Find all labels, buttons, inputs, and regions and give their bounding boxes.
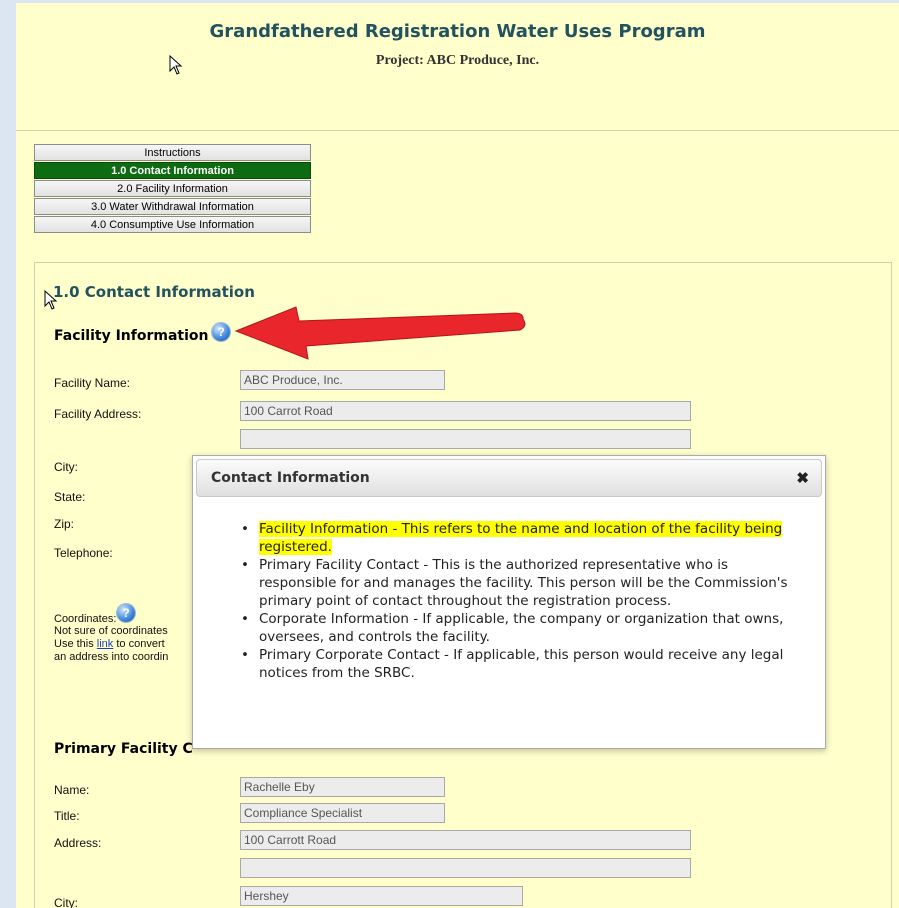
mouse-cursor-icon xyxy=(169,54,183,75)
tab-water-withdrawal-information[interactable]: 3.0 Water Withdrawal Information xyxy=(34,198,311,215)
tab-contact-information[interactable]: 1.0 Contact Information xyxy=(34,162,311,179)
contact-city-label: City: xyxy=(54,896,78,908)
contact-information-dialog: Contact Information ✖ Facility Informati… xyxy=(192,455,826,749)
facility-name-label: Facility Name: xyxy=(54,376,131,390)
coordinates-note: Not sure of coordinates Use this link to… xyxy=(54,625,169,663)
contact-title-input[interactable]: Compliance Specialist xyxy=(240,803,445,823)
page-title: Grandfathered Registration Water Uses Pr… xyxy=(209,21,706,42)
project-name: Project: ABC Produce, Inc. xyxy=(375,53,540,68)
primary-facility-contact-heading: Primary Facility C xyxy=(54,741,193,757)
facility-address-line1-input[interactable]: 100 Carrot Road xyxy=(240,401,691,421)
coordinates-link[interactable]: link xyxy=(97,638,114,650)
close-icon[interactable]: ✖ xyxy=(796,469,809,487)
red-arrow-icon xyxy=(234,306,526,360)
help-icon[interactable]: ? xyxy=(117,604,135,622)
city-label: City: xyxy=(54,460,78,474)
contact-name-input[interactable]: Rachelle Eby xyxy=(240,777,445,797)
list-item: Primary Facility Contact - This is the a… xyxy=(237,556,809,610)
dialog-title: Contact Information xyxy=(211,470,370,486)
list-item: Corporate Information - If applicable, t… xyxy=(237,610,809,646)
header-divider xyxy=(16,130,899,131)
contact-address-line2-input[interactable] xyxy=(240,858,691,878)
section-title: 1.0 Contact Information xyxy=(53,283,255,301)
tab-instructions[interactable]: Instructions xyxy=(34,144,311,161)
coordinates-label: Coordinates: xyxy=(54,613,117,625)
tab-consumptive-use-information[interactable]: 4.0 Consumptive Use Information xyxy=(34,216,311,233)
section-tabs: Instructions 1.0 Contact Information 2.0… xyxy=(34,144,311,234)
list-item: Primary Corporate Contact - If applicabl… xyxy=(237,646,809,682)
list-item: Facility Information - This refers to th… xyxy=(237,520,809,556)
tab-facility-information[interactable]: 2.0 Facility Information xyxy=(34,180,311,197)
facility-address-line2-input[interactable] xyxy=(240,429,691,449)
facility-information-heading: Facility Information xyxy=(54,328,209,344)
address-label: Address: xyxy=(54,836,102,850)
title-label: Title: xyxy=(54,809,80,823)
facility-name-input[interactable]: ABC Produce, Inc. xyxy=(240,370,445,390)
zip-label: Zip: xyxy=(54,517,75,531)
facility-address-label: Facility Address: xyxy=(54,407,142,421)
contact-city-input[interactable]: Hershey xyxy=(240,886,523,906)
telephone-label: Telephone: xyxy=(54,546,113,560)
dialog-header: Contact Information ✖ xyxy=(196,459,822,497)
dialog-content: Facility Information - This refers to th… xyxy=(237,520,809,682)
name-label: Name: xyxy=(54,783,90,797)
state-label: State: xyxy=(54,490,86,504)
contact-address-line1-input[interactable]: 100 Carrott Road xyxy=(240,830,691,850)
mouse-cursor-icon xyxy=(44,289,58,310)
